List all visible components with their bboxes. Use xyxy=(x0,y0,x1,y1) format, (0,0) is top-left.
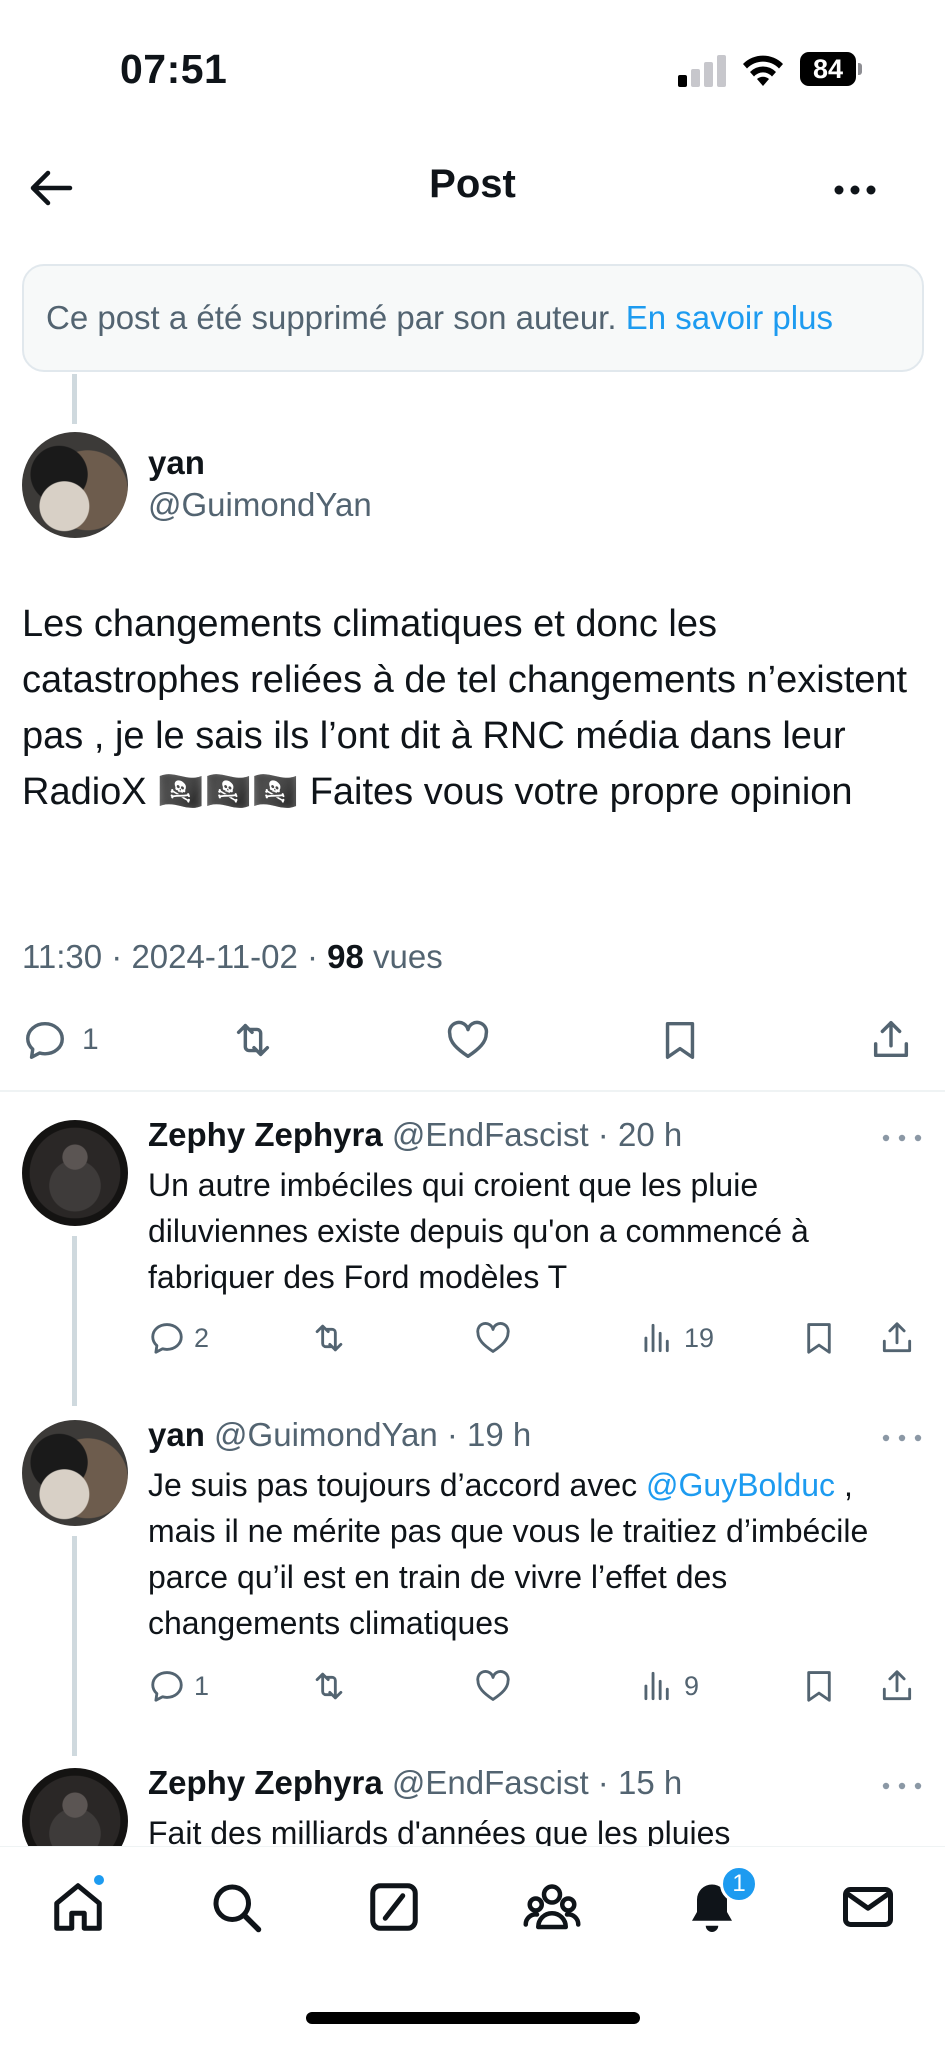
post-meta: 11:30 · 2024-11-02 · 98 vues xyxy=(22,938,443,976)
reply-author-handle[interactable]: @GuimondYan · 19 h xyxy=(214,1416,531,1453)
search-icon xyxy=(213,1884,262,1933)
share-icon xyxy=(882,1322,912,1353)
reply-action-bar: 2 19 xyxy=(148,1314,918,1362)
post-header: Post xyxy=(0,140,945,240)
post-text: Les changements climatiques et donc les … xyxy=(22,603,908,813)
like-button[interactable] xyxy=(445,1010,491,1070)
reply-text: Je suis pas toujours d’accord avec @GuyB… xyxy=(148,1462,918,1646)
bookmark-icon xyxy=(665,1021,695,1059)
tab-communities[interactable] xyxy=(522,1877,588,1943)
repost-icon xyxy=(315,1672,343,1700)
reply-author-name[interactable]: Zephy Zephyra xyxy=(148,1764,383,1801)
battery-icon: 84 xyxy=(800,52,862,86)
reply-button[interactable]: 2 xyxy=(148,1314,209,1362)
share-icon xyxy=(882,1670,912,1701)
views-icon xyxy=(644,1671,669,1701)
author-handle[interactable]: @GuimondYan xyxy=(148,486,372,524)
views-button[interactable]: 19 xyxy=(638,1314,714,1362)
heart-icon xyxy=(447,1020,489,1059)
bookmark-button[interactable] xyxy=(657,1010,703,1070)
reply-author-name[interactable]: Zephy Zephyra xyxy=(148,1116,383,1153)
cellular-signal-icon xyxy=(678,55,728,87)
views-count: 9 xyxy=(684,1670,700,1701)
tab-search[interactable] xyxy=(206,1877,272,1943)
reply-icon xyxy=(26,1021,64,1059)
reply-author-handle[interactable]: @EndFascist · 20 h xyxy=(392,1116,682,1153)
reply-author-name[interactable]: yan xyxy=(148,1416,205,1453)
reply-icon xyxy=(151,1323,183,1354)
views-count: 98 xyxy=(327,938,364,975)
like-button[interactable] xyxy=(474,1314,512,1362)
reply-author-handle[interactable]: @EndFascist · 15 h xyxy=(392,1764,682,1801)
more-icon[interactable] xyxy=(880,1428,924,1448)
home-indicator xyxy=(306,2012,640,2024)
repost-button[interactable] xyxy=(310,1314,348,1362)
heart-icon xyxy=(476,1670,510,1701)
communities-icon xyxy=(523,1884,581,1930)
reply-item[interactable]: Zephy Zephyra @EndFascist · 20 h Un autr… xyxy=(0,1116,945,1376)
compose-icon xyxy=(370,1883,418,1931)
divider xyxy=(0,1090,945,1092)
tab-notifications[interactable]: 1 xyxy=(682,1865,758,1943)
deleted-notice-text: Ce post a été supprimé par son auteur. xyxy=(46,299,626,336)
repost-icon xyxy=(315,1324,343,1352)
heart-icon xyxy=(476,1322,510,1353)
reply-item[interactable]: yan @GuimondYan · 19 h Je suis pas toujo… xyxy=(0,1416,945,1746)
views-icon xyxy=(644,1323,669,1353)
share-button[interactable] xyxy=(878,1662,916,1710)
views-button[interactable]: 9 xyxy=(638,1662,699,1710)
wifi-icon xyxy=(743,55,783,86)
views-label: vues xyxy=(363,938,443,975)
bookmark-icon xyxy=(807,1671,831,1702)
reply-count: 1 xyxy=(194,1670,210,1701)
more-icon[interactable] xyxy=(825,160,885,220)
avatar[interactable] xyxy=(22,432,128,538)
notification-badge: 1 xyxy=(720,1865,758,1903)
thread-line xyxy=(72,374,77,424)
like-button[interactable] xyxy=(474,1662,512,1710)
repost-button[interactable] xyxy=(230,1010,276,1070)
tab-compose[interactable] xyxy=(364,1877,430,1943)
bookmark-icon xyxy=(807,1323,831,1354)
repost-icon xyxy=(236,1023,270,1057)
more-icon[interactable] xyxy=(880,1128,924,1148)
author-name[interactable]: yan xyxy=(148,444,205,482)
reply-text-start: Je suis pas toujours d’accord avec xyxy=(148,1467,647,1503)
reply-count: 2 xyxy=(194,1322,210,1353)
tab-messages[interactable] xyxy=(838,1877,904,1943)
battery-level: 84 xyxy=(800,52,856,86)
more-icon[interactable] xyxy=(880,1776,924,1796)
bookmark-button[interactable] xyxy=(800,1662,838,1710)
page-title: Post xyxy=(429,162,516,206)
bookmark-button[interactable] xyxy=(800,1314,838,1362)
reply-icon xyxy=(151,1671,183,1702)
reply-button[interactable]: 1 xyxy=(148,1662,209,1710)
unread-dot xyxy=(92,1873,106,1887)
views-count: 19 xyxy=(684,1322,715,1353)
repost-button[interactable] xyxy=(310,1662,348,1710)
reply-header: Zephy Zephyra @EndFascist · 15 h xyxy=(148,1764,682,1802)
reply-header: yan @GuimondYan · 19 h xyxy=(148,1416,531,1454)
reply-button[interactable]: 1 xyxy=(22,1010,99,1070)
reply-action-bar: 1 9 xyxy=(148,1662,918,1710)
reply-text: Un autre imbéciles qui croient que les p… xyxy=(148,1167,809,1295)
share-button[interactable] xyxy=(868,1010,914,1070)
learn-more-link[interactable]: En savoir plus xyxy=(626,299,833,336)
status-time: 07:51 xyxy=(120,46,228,92)
reply-count: 1 xyxy=(82,1023,99,1056)
tab-home[interactable] xyxy=(48,1873,114,1943)
mention-link[interactable]: @GuyBolduc xyxy=(646,1467,835,1503)
post-action-bar: 1 xyxy=(0,1010,945,1070)
mail-icon xyxy=(843,1887,893,1927)
share-icon xyxy=(873,1021,909,1058)
status-bar: 07:51 84 xyxy=(0,0,945,140)
reply-item[interactable]: Zephy Zephyra @EndFascist · 15 h Fait de… xyxy=(0,1764,945,1851)
share-button[interactable] xyxy=(878,1314,916,1362)
deleted-post-notice: Ce post a été supprimé par son auteur. E… xyxy=(22,264,924,372)
reply-header: Zephy Zephyra @EndFascist · 20 h xyxy=(148,1116,682,1154)
post-timestamp: 11:30 · 2024-11-02 · xyxy=(22,938,328,975)
